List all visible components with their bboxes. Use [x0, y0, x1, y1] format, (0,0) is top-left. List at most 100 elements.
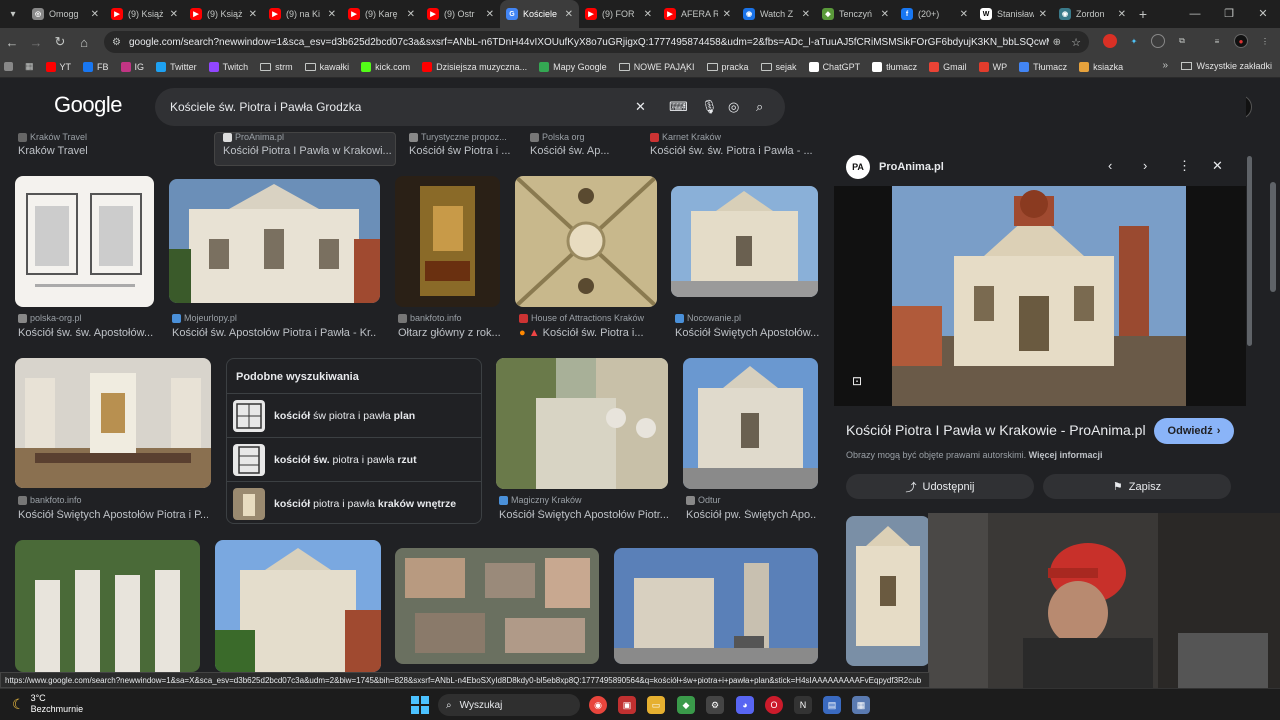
- bookmark-item[interactable]: Gmail: [929, 61, 967, 72]
- bookmark-item[interactable]: pracka: [706, 62, 749, 72]
- bookmark-item[interactable]: WP: [978, 61, 1007, 72]
- close-window-icon[interactable]: ✕: [1246, 0, 1280, 28]
- media-icon[interactable]: ≡: [1210, 34, 1224, 48]
- tab-close-icon[interactable]: ✕: [328, 9, 336, 20]
- result-title[interactable]: Kościół Świętych Apostołów Piotr...: [499, 509, 669, 521]
- related-search-item[interactable]: kościół św piotra i pawła plan: [227, 393, 481, 437]
- browser-tab[interactable]: f (20+) ✕: [895, 0, 974, 28]
- result-image[interactable]: [215, 540, 381, 672]
- taskbar-search[interactable]: ⌕ Wyszukaj: [438, 694, 580, 716]
- related-search-item[interactable]: kościół piotra i pawła kraków wnętrze: [227, 481, 481, 525]
- clear-icon[interactable]: ✕: [635, 99, 646, 115]
- profile-avatar[interactable]: ●: [1234, 34, 1248, 48]
- windows-start-icon[interactable]: [411, 696, 429, 714]
- tab-close-icon[interactable]: ✕: [1039, 9, 1047, 20]
- browser-tab[interactable]: G Kościele ✕: [500, 0, 579, 28]
- visit-button[interactable]: Odwiedź ›: [1154, 418, 1234, 444]
- weather-widget[interactable]: ☾ 3°C Bezchmurnie: [12, 693, 83, 715]
- tab-close-icon[interactable]: ✕: [802, 9, 810, 20]
- bookmark-item[interactable]: strm: [260, 62, 293, 72]
- close-panel-icon[interactable]: ✕: [1212, 158, 1223, 174]
- search-input[interactable]: Kościele św. Piotra i Pawła Grodzka ✕ ⌨ …: [155, 88, 785, 126]
- search-icon[interactable]: ⌕: [756, 99, 763, 115]
- tab-close-icon[interactable]: ✕: [881, 9, 889, 20]
- bookmark-item[interactable]: tłumacz: [872, 61, 917, 72]
- tab-search-button[interactable]: ▾: [0, 0, 26, 28]
- tab-close-icon[interactable]: ✕: [723, 9, 731, 20]
- tab-close-icon[interactable]: ✕: [170, 9, 178, 20]
- minimize-icon[interactable]: —: [1178, 0, 1212, 28]
- panel-scrollbar[interactable]: [1247, 156, 1252, 346]
- result-title[interactable]: Kościół św Piotra i ...: [409, 145, 511, 157]
- extensions-puzzle-icon[interactable]: ⧉: [1175, 34, 1189, 48]
- new-tab-button[interactable]: +: [1132, 6, 1154, 22]
- related-image[interactable]: [846, 516, 930, 666]
- result-title[interactable]: Kościół św. św. Piotra i Pawła - ...: [650, 145, 815, 157]
- more-info-link[interactable]: Więcej informacji: [1029, 450, 1103, 460]
- bookmark-item[interactable]: ksiazka: [1079, 61, 1123, 72]
- bookmark-item[interactable]: ChatGPT: [808, 61, 860, 72]
- photos-icon[interactable]: ▣: [618, 696, 636, 714]
- bookmark-item[interactable]: Tłumacz: [1019, 61, 1067, 72]
- result-title[interactable]: Kościół pw. Świętych Apo...: [686, 509, 816, 521]
- tab-close-icon[interactable]: ✕: [644, 9, 652, 20]
- result-image[interactable]: [671, 186, 818, 297]
- lens-icon[interactable]: ◎: [728, 99, 739, 115]
- result-title[interactable]: Kraków Travel: [18, 145, 198, 157]
- result-title[interactable]: Kościół Świętych Apostołów...: [675, 327, 820, 339]
- home-icon[interactable]: ⌂: [72, 35, 96, 50]
- google-logo[interactable]: Google: [54, 92, 122, 118]
- browser-tab[interactable]: ▶ (9) Karę ✕: [342, 0, 421, 28]
- result-image[interactable]: [395, 548, 599, 664]
- bookmark-item[interactable]: FB: [83, 61, 109, 72]
- tab-close-icon[interactable]: ✕: [407, 9, 415, 20]
- result-title[interactable]: Kościół Świętych Apostołów Piotra i P...: [18, 509, 208, 521]
- security-icon[interactable]: ◆: [677, 696, 695, 714]
- share-button[interactable]: ⤴ Udostępnij: [846, 474, 1034, 499]
- preview-image[interactable]: [834, 186, 1246, 406]
- tab-close-icon[interactable]: ✕: [960, 9, 968, 20]
- result-title[interactable]: Kościół św. św. Apostołów...: [18, 327, 168, 339]
- browser-tab[interactable]: ◉ Zordon ✕: [1053, 0, 1132, 28]
- lens-search-icon[interactable]: ⊡: [852, 374, 862, 388]
- more-bookmarks-icon[interactable]: »: [1162, 60, 1168, 71]
- browser-tab[interactable]: ▶ (9) Książ ✕: [105, 0, 184, 28]
- reload-icon[interactable]: ↻: [48, 34, 72, 50]
- page-scrollbar[interactable]: [1270, 182, 1276, 292]
- back-icon[interactable]: ←: [0, 35, 24, 50]
- tab-close-icon[interactable]: ✕: [91, 9, 99, 20]
- site-info-icon[interactable]: ⚙: [112, 37, 121, 48]
- tab-close-icon[interactable]: ✕: [249, 9, 257, 20]
- bookmark-item[interactable]: Twitter: [156, 61, 197, 72]
- bookmark-item[interactable]: YT: [45, 61, 71, 72]
- result-title[interactable]: Kościół św. Ap...: [530, 145, 630, 157]
- all-bookmarks[interactable]: Wszystkie zakładki: [1181, 61, 1272, 71]
- result-image[interactable]: [515, 176, 657, 307]
- result-image[interactable]: [15, 540, 200, 672]
- tab-close-icon[interactable]: ✕: [1118, 9, 1126, 20]
- grid-icon[interactable]: ▦: [25, 61, 34, 72]
- result-image[interactable]: [15, 176, 154, 307]
- result-title[interactable]: Kościół Piotra I Pawła w Krakowi...: [223, 145, 391, 157]
- tab-close-icon[interactable]: ✕: [486, 9, 494, 20]
- browser-tab[interactable]: ▶ AFERA R ✕: [658, 0, 737, 28]
- browser-tab[interactable]: ▶ (9) FOR ✕: [579, 0, 658, 28]
- zoom-icon[interactable]: ⊕: [1053, 37, 1061, 48]
- apps-icon[interactable]: [4, 62, 13, 71]
- address-bar[interactable]: ⚙ google.com/search?newwindow=1&sca_esv=…: [104, 31, 1089, 53]
- browser-tab[interactable]: ◎ Omogg ✕: [26, 0, 105, 28]
- browser-tab[interactable]: W Stanisław ✕: [974, 0, 1053, 28]
- record-extension-icon[interactable]: [1103, 34, 1117, 48]
- maximize-icon[interactable]: ❐: [1212, 0, 1246, 28]
- discord-icon[interactable]: ◕: [736, 696, 754, 714]
- extension-icon[interactable]: ✦: [1127, 34, 1141, 48]
- bookmark-item[interactable]: sejak: [760, 62, 797, 72]
- menu-icon[interactable]: ⋮: [1258, 34, 1272, 48]
- result-image[interactable]: [614, 548, 818, 664]
- tab-close-icon[interactable]: ✕: [565, 9, 573, 20]
- bookmark-item[interactable]: kick.com: [361, 61, 410, 72]
- next-icon[interactable]: ›: [1143, 158, 1147, 173]
- file-explorer-icon[interactable]: ▭: [647, 696, 665, 714]
- calculator-icon[interactable]: ▦: [852, 696, 870, 714]
- panel-source[interactable]: PA ProAnima.pl: [846, 155, 944, 179]
